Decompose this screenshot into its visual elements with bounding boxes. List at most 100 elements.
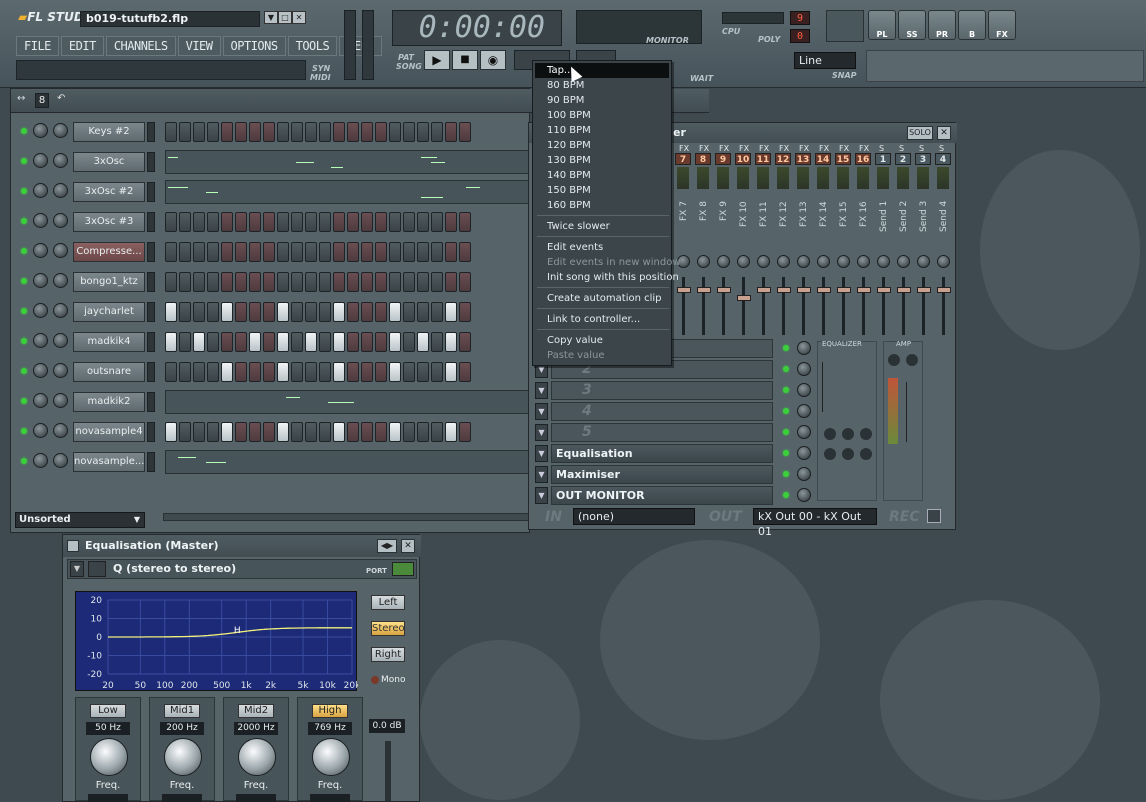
step-button[interactable]: [179, 122, 191, 142]
step-button[interactable]: [333, 422, 345, 442]
channel-name-button[interactable]: 3xOsc #2: [73, 182, 145, 202]
pan-knob[interactable]: [33, 273, 48, 288]
menu-item[interactable]: 150 BPM: [535, 183, 669, 198]
step-button[interactable]: [305, 122, 317, 142]
strip-fader-row[interactable]: [675, 273, 951, 333]
step-button[interactable]: [263, 362, 275, 382]
eq-knob[interactable]: [860, 428, 872, 440]
step-button[interactable]: [361, 302, 373, 322]
step-button[interactable]: [179, 242, 191, 262]
step-button[interactable]: [235, 332, 247, 352]
preset-arrow-icon[interactable]: ▼: [70, 561, 84, 577]
step-button[interactable]: [389, 122, 401, 142]
step-button[interactable]: [179, 332, 191, 352]
volume-knob[interactable]: [53, 453, 68, 468]
menu-item[interactable]: 120 BPM: [535, 138, 669, 153]
channel-mute-led[interactable]: [21, 248, 27, 254]
step-button[interactable]: [277, 272, 289, 292]
step-button[interactable]: [319, 272, 331, 292]
step-button[interactable]: [305, 362, 317, 382]
folder-icon[interactable]: [88, 561, 106, 577]
slot-mix-knob[interactable]: [797, 425, 811, 439]
slot-mix-knob[interactable]: [797, 467, 811, 481]
step-button[interactable]: [221, 242, 233, 262]
step-button[interactable]: [277, 122, 289, 142]
step-button[interactable]: [221, 422, 233, 442]
step-button[interactable]: [431, 332, 443, 352]
pan-knob[interactable]: [33, 153, 48, 168]
step-button[interactable]: [221, 362, 233, 382]
step-button[interactable]: [249, 422, 261, 442]
view-button-fx[interactable]: FX: [988, 10, 1016, 40]
step-button[interactable]: [431, 422, 443, 442]
step-button[interactable]: [403, 272, 415, 292]
step-button[interactable]: [165, 242, 177, 262]
channel-select-box[interactable]: [147, 422, 155, 442]
step-button[interactable]: [389, 272, 401, 292]
step-button[interactable]: [291, 242, 303, 262]
step-button[interactable]: [459, 122, 471, 142]
band-frequency-knob[interactable]: [164, 738, 202, 776]
step-button[interactable]: [361, 242, 373, 262]
eq-arrows-button[interactable]: ◀▶: [377, 539, 397, 553]
step-button[interactable]: [333, 362, 345, 382]
band-mid2-button[interactable]: Mid2: [238, 704, 274, 718]
step-button[interactable]: [417, 242, 429, 262]
step-button[interactable]: [165, 302, 177, 322]
band-mid1-button[interactable]: Mid1: [164, 704, 200, 718]
step-button[interactable]: [291, 302, 303, 322]
step-button[interactable]: [193, 362, 205, 382]
step-button[interactable]: [431, 272, 443, 292]
step-button[interactable]: [403, 212, 415, 232]
channel-mute-led[interactable]: [21, 308, 27, 314]
step-button[interactable]: [263, 302, 275, 322]
step-button[interactable]: [179, 422, 191, 442]
step-button[interactable]: [417, 122, 429, 142]
step-button[interactable]: [347, 122, 359, 142]
volume-knob[interactable]: [53, 213, 68, 228]
menu-item[interactable]: Link to controller...: [535, 312, 669, 327]
pan-knob[interactable]: [33, 243, 48, 258]
step-button[interactable]: [305, 272, 317, 292]
step-button[interactable]: [305, 242, 317, 262]
eq-knob[interactable]: [842, 448, 854, 460]
step-button[interactable]: [319, 332, 331, 352]
pan-knob[interactable]: [33, 363, 48, 378]
step-button[interactable]: [347, 302, 359, 322]
step-button[interactable]: [207, 362, 219, 382]
step-button[interactable]: [207, 332, 219, 352]
slot-enable-led[interactable]: [783, 429, 789, 435]
step-button[interactable]: [417, 332, 429, 352]
step-button[interactable]: [417, 212, 429, 232]
slot-mix-knob[interactable]: [797, 488, 811, 502]
slot-arrow-icon[interactable]: ▼: [535, 424, 548, 441]
step-button[interactable]: [207, 422, 219, 442]
channel-mute-led[interactable]: [21, 188, 27, 194]
pan-knob[interactable]: [33, 393, 48, 408]
step-button[interactable]: [445, 242, 457, 262]
port-box[interactable]: [392, 562, 414, 576]
step-button[interactable]: [431, 242, 443, 262]
close-button[interactable]: ✕: [292, 11, 306, 24]
channel-select-box[interactable]: [147, 452, 155, 472]
eq-menu-icon[interactable]: [67, 540, 79, 552]
volume-knob[interactable]: [53, 183, 68, 198]
channel-select-box[interactable]: [147, 212, 155, 232]
pan-knob[interactable]: [33, 333, 48, 348]
step-button[interactable]: [277, 332, 289, 352]
step-button[interactable]: [319, 362, 331, 382]
step-button[interactable]: [459, 332, 471, 352]
step-button[interactable]: [375, 242, 387, 262]
channel-name-button[interactable]: Keys #2: [73, 122, 145, 142]
channel-mute-led[interactable]: [21, 398, 27, 404]
band-low-button[interactable]: Low: [90, 704, 126, 718]
slot-enable-led[interactable]: [783, 345, 789, 351]
step-button[interactable]: [347, 362, 359, 382]
step-button[interactable]: [445, 332, 457, 352]
channel-select-box[interactable]: [147, 152, 155, 172]
slot-enable-led[interactable]: [783, 387, 789, 393]
amp-knob[interactable]: [888, 354, 900, 366]
slot-arrow-icon[interactable]: ▼: [535, 487, 548, 504]
step-button[interactable]: [249, 332, 261, 352]
channel-mute-led[interactable]: [21, 458, 27, 464]
